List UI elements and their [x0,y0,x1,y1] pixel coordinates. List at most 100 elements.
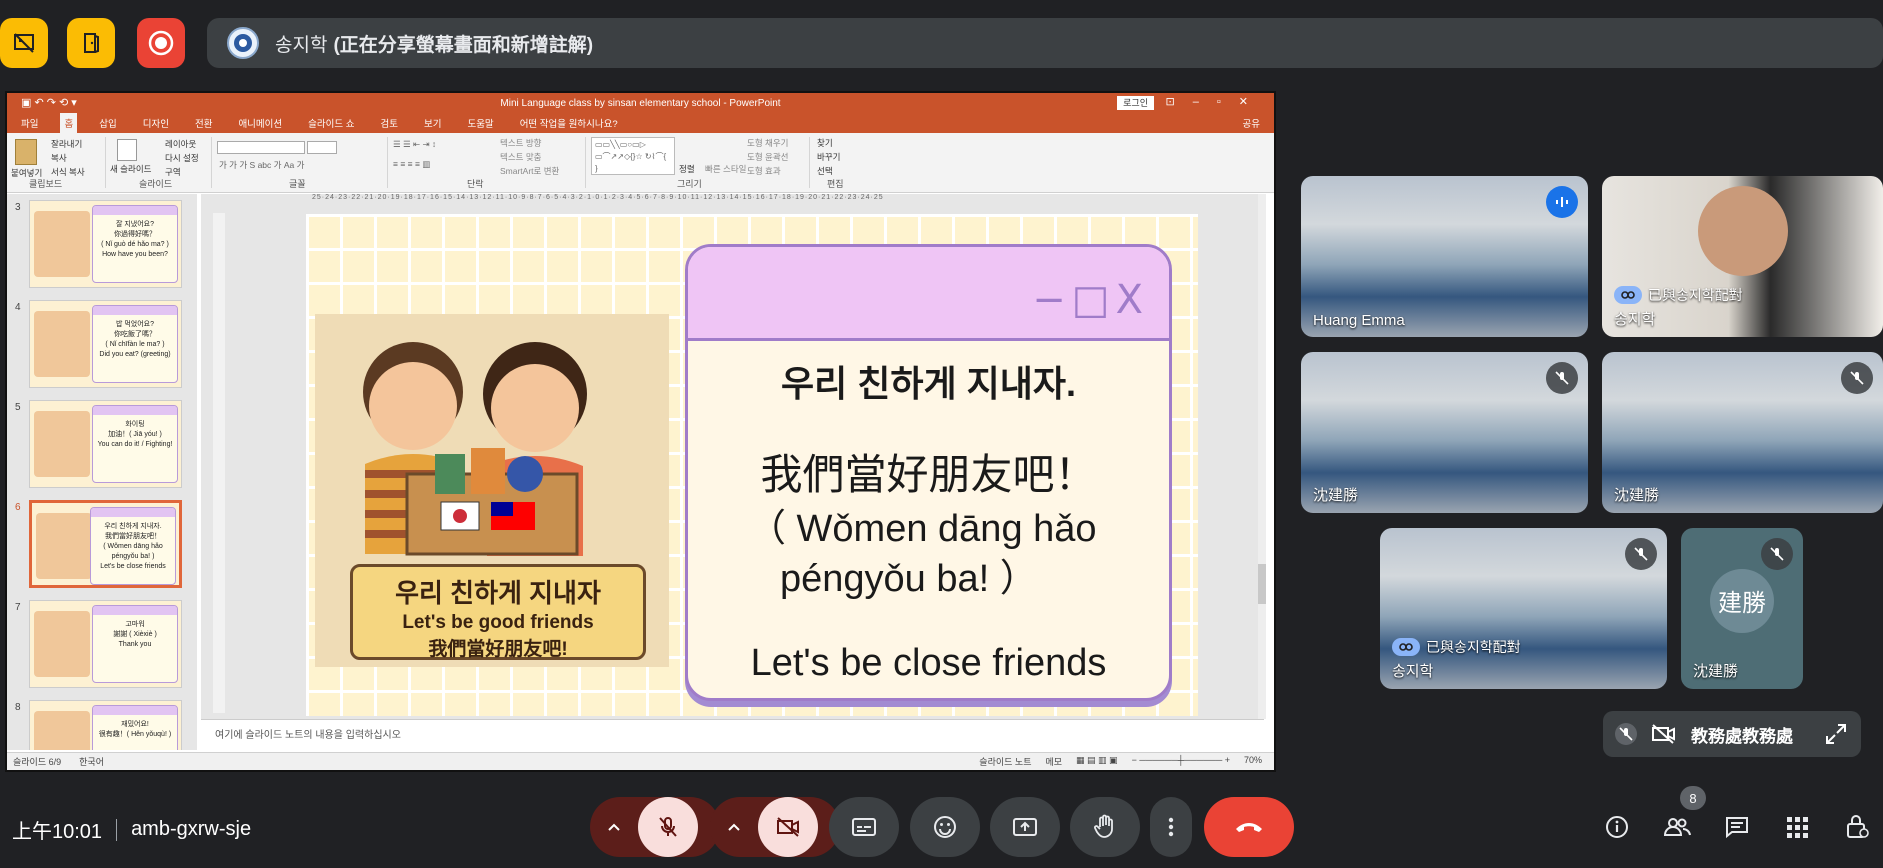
shape-effects-button[interactable]: 도형 효과 [747,165,781,177]
menu-insert[interactable]: 삽입 [95,113,120,133]
font-size-box[interactable] [307,141,337,154]
font-format-buttons[interactable]: 가 가 가 S abc 가 Aa 가 [219,159,304,171]
quick-styles-button[interactable]: 빠른 스타일 [705,163,746,175]
slideshow-off-button[interactable] [0,18,48,68]
reset-button[interactable]: 다시 설정 [165,152,199,164]
raise-hand-button[interactable] [1070,797,1140,857]
select-button[interactable]: 선택 [817,165,833,177]
camera-options-button[interactable] [710,822,758,832]
thumb-zh: 你吃飯了嗎？ [114,331,156,338]
memo-toggle[interactable]: 메모 [1045,755,1062,768]
slide-thumbnail[interactable]: 재밌어요! 很有趣！( Hěn yǒuqù! ) [29,700,182,750]
chat-button[interactable] [1720,810,1754,844]
shape-outline-button[interactable]: 도형 윤곽선 [747,151,788,163]
copy-button[interactable]: 복사 [51,152,67,164]
window-controls[interactable]: ⊡–▫✕ [1166,95,1266,108]
current-slide[interactable]: 우리 친하게 지내자 Let's be good friends 我們當好朋友吧… [306,214,1198,716]
mic-off-icon [1841,362,1873,394]
notes-pane[interactable]: 여기에 슬라이드 노트의 내용을 입력하십시오 [201,719,1264,754]
paired-label: 已與송지학配對 [1426,639,1521,655]
host-controls-button[interactable] [1840,810,1874,844]
link-icon [1392,638,1420,656]
share-button[interactable]: 공유 [1239,113,1264,133]
apps-grid-icon [1787,817,1808,838]
paired-indicator: 已與송지학配對 [1392,637,1521,657]
slide-thumbnail[interactable]: 화이팅 加油！( Jiā yóu! ) You can do it! / Fight… [29,400,182,488]
phrase-pinyin-1: （ Wǒmen dāng hǎo [748,508,1097,550]
text-direction-button[interactable]: 텍스트 방향 [500,137,541,149]
participant-tile[interactable]: Huang Emma [1301,176,1588,337]
menu-transitions[interactable]: 전환 [191,113,216,133]
participant-tile[interactable]: 沈建勝 [1602,352,1883,513]
expand-icon[interactable] [1825,723,1847,745]
mic-toggle-button[interactable] [638,797,698,857]
smartart-button[interactable]: SmartArt로 변환 [500,165,559,177]
menu-design[interactable]: 디자인 [139,113,173,133]
record-button[interactable] [137,18,185,68]
list-buttons[interactable]: ☰ ☰ ⇤ ⇥ ↕ [393,139,436,150]
mic-options-button[interactable] [590,822,638,832]
reactions-button[interactable] [910,797,980,857]
replace-button[interactable]: 바꾸기 [817,151,840,163]
room-strip[interactable]: 教務處教務處 [1603,711,1861,757]
camera-toggle-button[interactable] [758,797,818,857]
thumb-py: ( Nǐ guò dé hǎo ma? ) [101,241,169,248]
arrange-button[interactable]: 정렬 [679,163,695,175]
chevron-up-icon [728,823,740,831]
slide-thumbnail[interactable]: 고마워 謝謝 ( Xièxiè ) Thank you [29,600,182,688]
group-font: 글꼴 [289,179,306,189]
link-icon [1614,286,1642,304]
paste-icon[interactable] [15,139,37,165]
zoom-slider[interactable]: − ──────┼────── + [1132,755,1230,768]
slide-thumbnail[interactable]: 밥 먹었어요? 你吃飯了嗎？ ( Nǐ chīfàn le ma? ) Did you… [29,300,182,388]
thumb-py: ( Nǐ chīfàn le ma? ) [105,341,165,348]
people-button[interactable] [1660,810,1694,844]
participant-tile[interactable]: 已與송지학配對 송지학 [1380,528,1667,689]
menu-file[interactable]: 파일 [17,113,42,133]
menu-view[interactable]: 보기 [420,113,445,133]
meeting-time: 上午10:01 [12,821,103,843]
find-button[interactable]: 찾기 [817,137,833,149]
view-buttons[interactable]: ▦ ▤ ▥ ▣ [1076,755,1118,768]
meeting-details-button[interactable] [1600,810,1634,844]
slide-thumbnail-selected[interactable]: 우리 친하게 지내자. 我們當好朋友吧！ ( Wǒmen dāng hǎo péng… [29,500,182,588]
camera-control [710,797,840,857]
layout-button[interactable]: 레이아웃 [165,138,196,150]
more-options-button[interactable] [1150,797,1192,857]
more-vert-icon [1168,817,1174,837]
participant-name: 沈建勝 [1693,663,1739,680]
editor-scrollbar[interactable] [1258,194,1266,719]
activities-button[interactable] [1780,810,1814,844]
present-button[interactable] [990,797,1060,857]
record-icon [148,30,174,56]
participant-tile[interactable]: 已與송지학配對 송지학 [1602,176,1883,337]
login-button[interactable]: 로그인 [1117,96,1154,110]
mic-off-icon [659,817,677,837]
menu-home[interactable]: 홈 [60,113,78,133]
language-indicator: 한국어 [79,757,104,767]
cut-button[interactable]: 잘라내기 [51,138,82,150]
menu-help[interactable]: 도움말 [463,113,497,133]
shape-fill-button[interactable]: 도형 채우기 [747,137,788,149]
captions-button[interactable] [829,797,899,857]
font-name-box[interactable] [217,141,305,154]
notes-toggle[interactable]: 슬라이드 노트 [979,755,1031,768]
phrase-pinyin-2: péngyǒu ba! ） [780,558,1038,600]
participant-tile[interactable]: 沈建勝 [1301,352,1588,513]
paired-label: 已與송지학配對 [1648,287,1743,303]
menu-review[interactable]: 검토 [376,113,401,133]
align-text-button[interactable]: 텍스트 맞춤 [500,151,541,163]
slide-thumbnail[interactable]: 잘 지냈어요? 你過得好嗎？ ( Nǐ guò dé hǎo ma? ) How ha… [29,200,182,288]
participant-video [1698,186,1788,276]
leave-call-button[interactable] [1204,797,1294,857]
menu-slideshow[interactable]: 슬라이드 쇼 [304,113,358,133]
phrase-chinese: 我們當好朋友吧！ [760,451,1097,498]
group-paragraph: 단락 [467,179,484,189]
shapes-gallery[interactable]: ▭▭╲╲▭○▭▷ ▭⌒↗↗◇{}☆ ↻⌇⌒{ } [591,137,675,175]
door-button[interactable] [67,18,115,68]
participant-tile[interactable]: 建勝 沈建勝 [1681,528,1803,689]
align-buttons[interactable]: ≡ ≡ ≡ ≡ ▥ [393,159,430,170]
menu-animations[interactable]: 애니메이션 [234,113,286,133]
new-slide-icon[interactable] [117,139,137,161]
menu-tell-me[interactable]: 어떤 작업을 원하시나요? [516,113,622,133]
